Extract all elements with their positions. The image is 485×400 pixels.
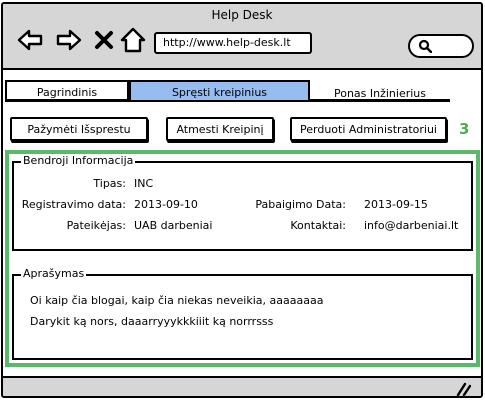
description-line-2: Darykit ką nors, daaarryyykkkiiit ką nor… — [30, 315, 274, 328]
window-title: Help Desk — [211, 8, 273, 22]
description-group: Aprašymas Oi kaip čia blogai, kaip čia n… — [12, 267, 473, 360]
end-date-value: 2013-09-15 — [364, 198, 428, 211]
reject-request-button[interactable]: Atmesti Kreipinį — [166, 117, 274, 141]
browser-window: Help Desk http://www.help-desk.lt Pagrin… — [1, 2, 483, 398]
end-date-label: Pabaigimo Data: — [255, 198, 346, 211]
mark-resolved-button[interactable]: Pažymėti Išsprestu — [10, 117, 148, 141]
registration-date-label: Registravimo data: — [21, 198, 126, 211]
tab-resolve-requests[interactable]: Spręsti kreipinius — [129, 80, 310, 102]
type-value: INC — [134, 177, 154, 190]
description-legend: Aprašymas — [21, 267, 87, 280]
search-icon — [418, 39, 432, 53]
close-x-icon[interactable] — [93, 26, 115, 54]
url-field[interactable]: http://www.help-desk.lt — [154, 32, 312, 54]
contacts-value: info@darbeniai.lt — [364, 219, 459, 232]
tab-bar: Pagrindinis Spręsti kreipinius Ponas Inž… — [3, 80, 481, 104]
general-info-legend: Bendroji Informacija — [21, 154, 136, 167]
type-label: Tipas: — [93, 177, 126, 190]
status-bar — [3, 376, 481, 396]
home-icon[interactable] — [120, 26, 146, 54]
contacts-label: Kontaktai: — [290, 219, 346, 232]
forward-arrow-icon[interactable] — [55, 26, 83, 54]
title-bar: Help Desk http://www.help-desk.lt — [3, 4, 481, 70]
submitter-label: Pateikėjas: — [66, 219, 126, 232]
description-line-1: Oi kaip čia blogai, kaip čia niekas neve… — [30, 294, 324, 307]
tab-user-engineer[interactable]: Ponas Inžinierius — [310, 80, 450, 102]
annotation-marker: 3 — [459, 120, 470, 138]
submitter-value: UAB darbeniai — [134, 219, 213, 232]
search-field[interactable] — [408, 34, 474, 58]
resize-grip-icon[interactable] — [455, 382, 471, 396]
registration-date-value: 2013-09-10 — [134, 198, 198, 211]
tab-main[interactable]: Pagrindinis — [5, 80, 129, 102]
back-arrow-icon[interactable] — [16, 26, 44, 54]
general-info-group: Bendroji Informacija Tipas: INC Registra… — [12, 154, 473, 251]
forward-admin-button[interactable]: Perduoti Administratoriui — [290, 117, 447, 141]
